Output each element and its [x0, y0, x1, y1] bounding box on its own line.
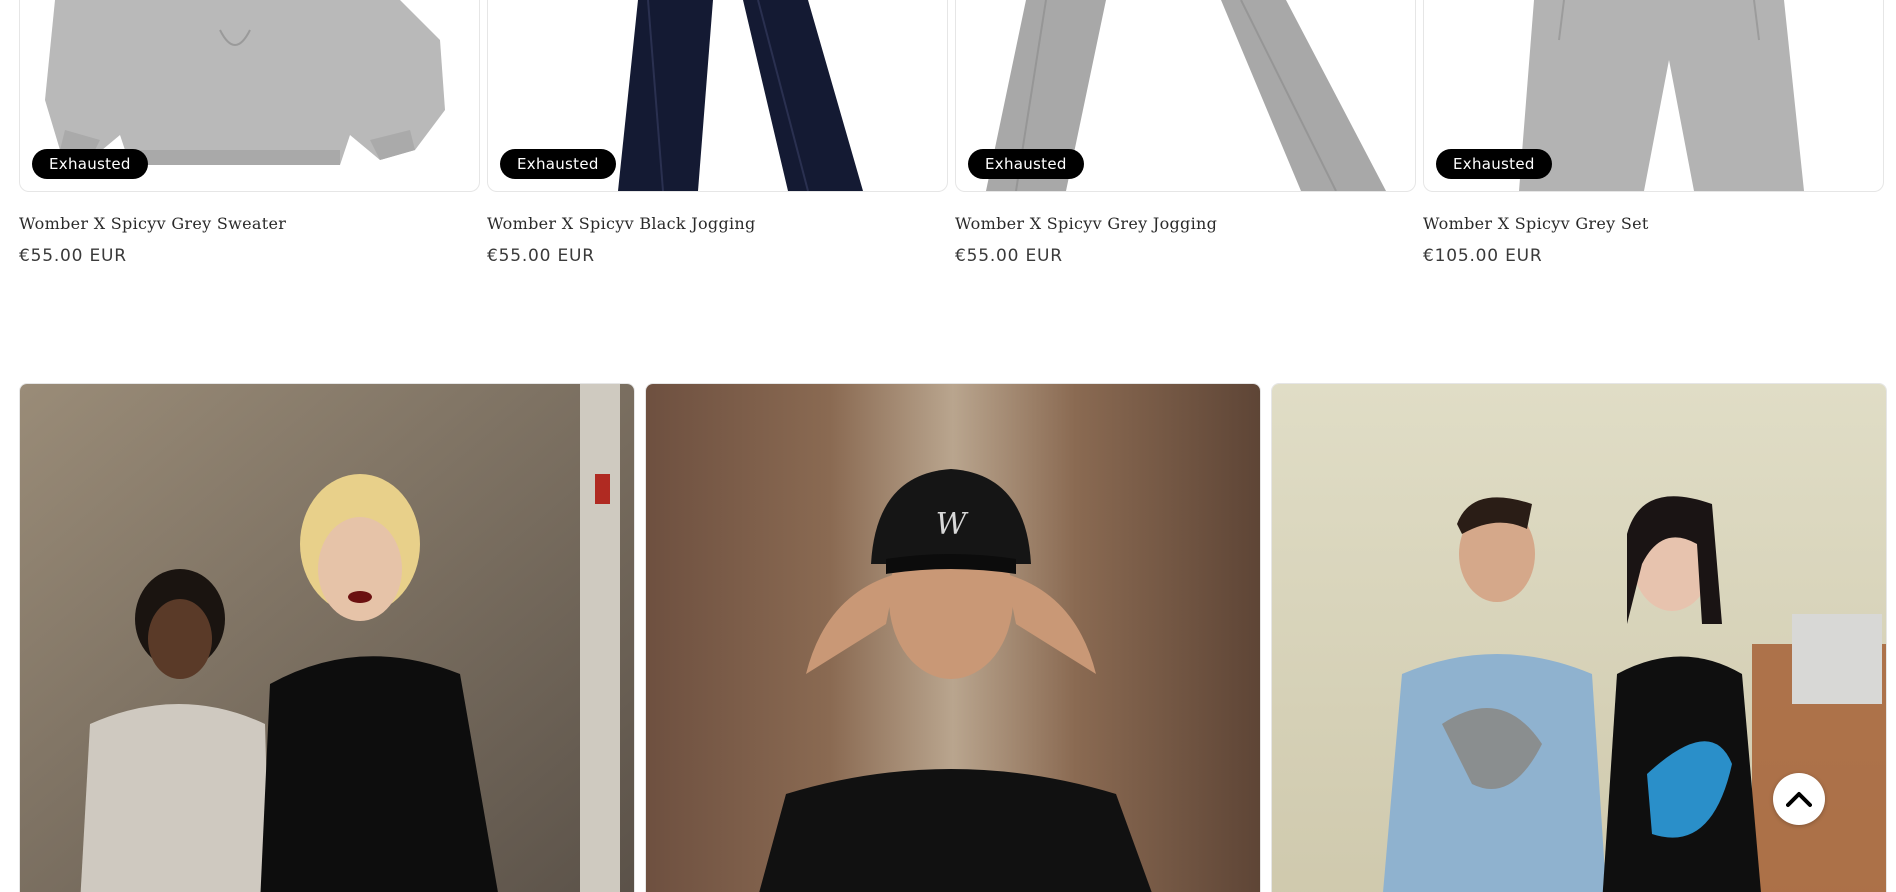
product-title[interactable]: Womber X Spicyv Black Jogging [487, 214, 946, 233]
product-price: €55.00 EUR [487, 246, 595, 266]
hoodie-duo-photo [20, 384, 634, 892]
product-title[interactable]: Womber X Spicyv Grey Set [1423, 214, 1882, 233]
product-image[interactable]: Exhausted [1423, 0, 1884, 192]
lookbook-image[interactable]: W [645, 383, 1261, 892]
status-badge: Exhausted [32, 149, 148, 179]
product-card[interactable]: Exhausted Womber X Spicyv Grey Set €105.… [1423, 0, 1884, 266]
product-card[interactable]: Exhausted Womber X Spicyv Black Jogging … [487, 0, 948, 266]
product-image[interactable]: Exhausted [19, 0, 480, 192]
product-card[interactable]: Exhausted Womber X Spicyv Grey Sweater €… [19, 0, 480, 266]
chevron-up-icon [1786, 792, 1812, 807]
lookbook-gallery: W [19, 383, 1887, 892]
cap-portrait-photo: W [646, 384, 1260, 892]
back-to-top-button[interactable] [1773, 773, 1825, 825]
status-badge: Exhausted [500, 149, 616, 179]
product-card[interactable]: Exhausted Womber X Spicyv Grey Jogging €… [955, 0, 1416, 266]
product-image[interactable]: Exhausted [487, 0, 948, 192]
product-price: €55.00 EUR [955, 246, 1063, 266]
status-badge: Exhausted [968, 149, 1084, 179]
product-grid: Exhausted Womber X Spicyv Grey Sweater €… [19, 0, 1884, 266]
product-title[interactable]: Womber X Spicyv Grey Jogging [955, 214, 1414, 233]
product-price: €55.00 EUR [19, 246, 127, 266]
page: Exhausted Womber X Spicyv Grey Sweater €… [0, 0, 1896, 892]
lookbook-image[interactable] [19, 383, 635, 892]
product-price: €105.00 EUR [1423, 246, 1543, 266]
svg-text:W: W [936, 507, 969, 542]
product-title[interactable]: Womber X Spicyv Grey Sweater [19, 214, 478, 233]
product-image[interactable]: Exhausted [955, 0, 1416, 192]
status-badge: Exhausted [1436, 149, 1552, 179]
